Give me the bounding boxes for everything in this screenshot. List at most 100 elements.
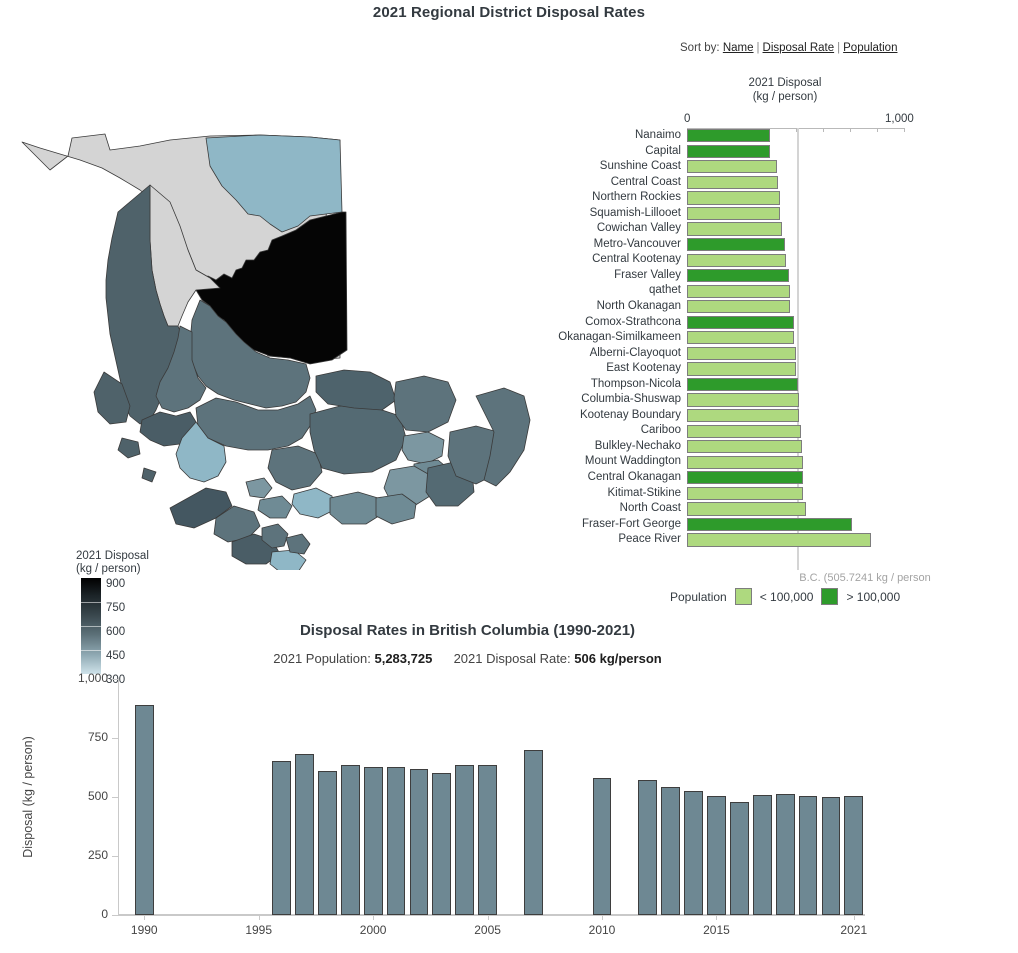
sort-by-label: Sort by: bbox=[680, 42, 720, 54]
bar-row[interactable]: Fraser Valley bbox=[614, 268, 1017, 284]
timeseries-bar[interactable] bbox=[134, 705, 154, 915]
sort-by-disposal-rate[interactable]: Disposal Rate bbox=[763, 42, 835, 54]
timeseries-bar[interactable] bbox=[455, 765, 475, 915]
bar-row[interactable]: Metro-Vancouver bbox=[594, 237, 1017, 253]
bar-rect[interactable] bbox=[687, 517, 853, 532]
timeseries-y-tick bbox=[112, 915, 118, 916]
bar-row[interactable]: Peace River bbox=[618, 532, 1017, 548]
bar-rect[interactable] bbox=[687, 284, 790, 298]
timeseries-bar[interactable] bbox=[844, 795, 864, 915]
timeseries-panel: Disposal Rates in British Columbia (1990… bbox=[0, 618, 1018, 953]
bar-row[interactable]: Squamish-Lillooet bbox=[590, 206, 1017, 222]
bar-row[interactable]: Kootenay Boundary bbox=[580, 408, 1017, 424]
bar-row[interactable]: qathet bbox=[649, 283, 1017, 299]
bar-rect[interactable] bbox=[687, 191, 780, 205]
bar-rect[interactable] bbox=[687, 455, 803, 469]
bar-row[interactable]: Sunshine Coast bbox=[600, 159, 1017, 175]
timeseries-y-tick bbox=[112, 738, 118, 739]
bar-rect[interactable] bbox=[687, 269, 790, 283]
timeseries-bar[interactable] bbox=[592, 778, 612, 915]
timeseries-bar[interactable] bbox=[638, 780, 658, 915]
bar-row[interactable]: Okanagan-Similkameen bbox=[558, 330, 1017, 346]
bar-rect[interactable] bbox=[687, 253, 787, 267]
timeseries-bar[interactable] bbox=[478, 764, 497, 915]
timeseries-bar[interactable] bbox=[684, 791, 703, 915]
bar-row[interactable]: Bulkley-Nechako bbox=[595, 439, 1017, 455]
timeseries-bar[interactable] bbox=[775, 794, 795, 915]
bar-rect[interactable] bbox=[687, 315, 794, 329]
bar-row[interactable]: North Coast bbox=[620, 501, 1017, 517]
timeseries-bar[interactable] bbox=[821, 796, 841, 915]
sort-by-name[interactable]: Name bbox=[723, 42, 754, 54]
bar-row[interactable]: Capital bbox=[645, 144, 1017, 160]
timeseries-bar[interactable] bbox=[295, 753, 314, 915]
legend-swatch-large-population bbox=[821, 588, 839, 605]
timeseries-x-tick-label: 2015 bbox=[703, 923, 730, 937]
bar-row[interactable]: Fraser-Fort George bbox=[582, 517, 1017, 533]
bar-rect[interactable] bbox=[687, 144, 771, 158]
bar-row[interactable]: Mount Waddington bbox=[585, 454, 1017, 470]
bar-row[interactable]: Cowichan Valley bbox=[597, 221, 1017, 237]
timeseries-plot[interactable]: Disposal (kg / person) 0 250 500 750 1,000 19… bbox=[21, 671, 867, 937]
timeseries-bar[interactable] bbox=[798, 796, 818, 915]
bar-row[interactable]: Northern Rockies bbox=[592, 190, 1017, 206]
bar-rect[interactable] bbox=[687, 129, 770, 143]
bar-rect[interactable] bbox=[687, 409, 800, 423]
bar-row[interactable]: East Kootenay bbox=[606, 361, 1017, 377]
timeseries-bar[interactable] bbox=[752, 794, 772, 915]
timeseries-bar[interactable] bbox=[386, 767, 406, 915]
bar-rect[interactable] bbox=[687, 331, 795, 345]
timeseries-bar[interactable] bbox=[340, 765, 360, 915]
bar-row-label: Cariboo bbox=[640, 424, 681, 437]
bar-row[interactable]: Alberni-Clayoquot bbox=[590, 346, 1017, 362]
bar-row-label: Thompson-Nicola bbox=[590, 377, 681, 390]
bar-row[interactable]: Central Coast bbox=[611, 175, 1017, 191]
bar-rect[interactable] bbox=[687, 222, 782, 236]
timeseries-bar[interactable] bbox=[363, 766, 383, 915]
timeseries-bar[interactable] bbox=[523, 749, 543, 915]
map-panel[interactable]: 2021 Disposal (kg / person) 900 750 600 … bbox=[10, 120, 550, 686]
timeseries-bar[interactable] bbox=[707, 795, 726, 915]
bar-rect[interactable] bbox=[687, 471, 804, 485]
bar-row[interactable]: Nanaimo bbox=[635, 128, 1017, 144]
bar-rect[interactable] bbox=[687, 486, 804, 500]
bar-row[interactable]: Central Okanagan bbox=[588, 470, 1017, 486]
timeseries-x-tick-label: 2000 bbox=[359, 923, 387, 937]
population-value: 5,283,725 bbox=[374, 651, 433, 666]
bar-rect[interactable] bbox=[687, 440, 802, 454]
timeseries-bar[interactable] bbox=[317, 770, 337, 915]
bar-row[interactable]: Kitimat-Stikine bbox=[608, 486, 1017, 502]
bc-choropleth-map[interactable] bbox=[10, 120, 550, 570]
bar-rect[interactable] bbox=[687, 175, 778, 190]
bar-rect[interactable] bbox=[687, 300, 791, 314]
sort-by-population[interactable]: Population bbox=[843, 42, 897, 54]
bar-rect[interactable] bbox=[687, 502, 807, 516]
legend-swatch-small-population bbox=[734, 588, 752, 605]
bar-rect[interactable] bbox=[687, 362, 796, 376]
timeseries-bar[interactable] bbox=[729, 802, 749, 915]
bar-row[interactable]: Columbia-Shuswap bbox=[581, 392, 1017, 408]
bar-row[interactable]: Cariboo bbox=[641, 423, 1017, 439]
bar-rect[interactable] bbox=[687, 160, 777, 174]
timeseries-x-tick-label: 1990 bbox=[130, 923, 158, 937]
bar-row[interactable]: Thompson-Nicola bbox=[591, 377, 1017, 393]
bar-rect[interactable] bbox=[687, 346, 796, 361]
timeseries-bar[interactable] bbox=[661, 787, 681, 915]
bar-row[interactable]: Comox-Strathcona bbox=[585, 315, 1017, 331]
bar-rect[interactable] bbox=[687, 533, 872, 547]
bar-rect[interactable] bbox=[687, 206, 781, 221]
timeseries-bar[interactable] bbox=[272, 761, 291, 915]
map-region-cariboo-east bbox=[315, 369, 397, 411]
bar-rect[interactable] bbox=[687, 377, 799, 392]
timeseries-x-tick-label: 2021 bbox=[840, 923, 868, 937]
timeseries-bar[interactable] bbox=[432, 773, 452, 915]
map-legend-tick-900: 900 bbox=[106, 578, 126, 590]
bar-rect[interactable] bbox=[687, 238, 786, 252]
bar-row[interactable]: North Okanagan bbox=[597, 299, 1017, 315]
bar-rect[interactable] bbox=[687, 393, 799, 407]
sort-separator-1: | bbox=[756, 42, 760, 54]
timeseries-bar[interactable] bbox=[409, 769, 429, 915]
map-region-island-small-1 bbox=[117, 437, 141, 459]
bar-row[interactable]: Central Kootenay bbox=[592, 252, 1017, 268]
bar-rect[interactable] bbox=[687, 424, 802, 438]
